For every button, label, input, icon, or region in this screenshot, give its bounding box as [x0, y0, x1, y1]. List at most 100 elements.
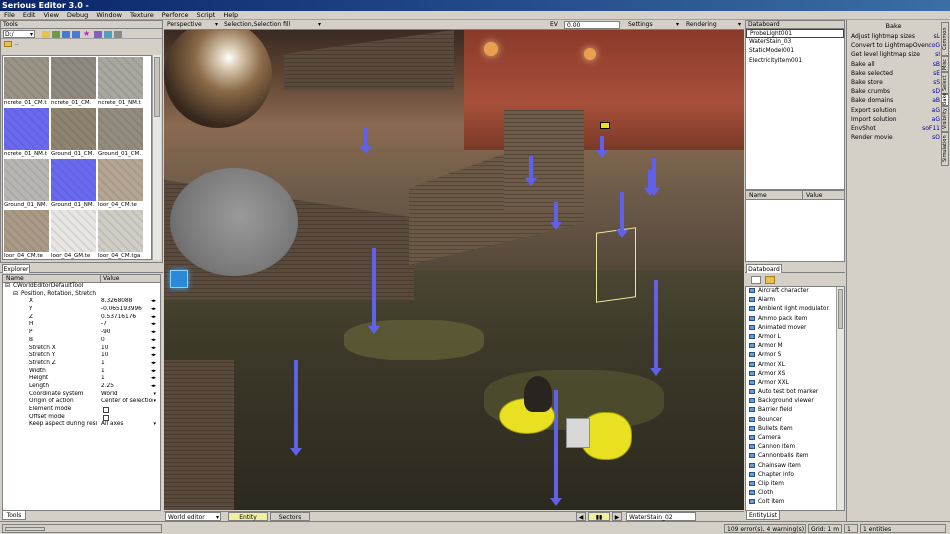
property-value[interactable]: 1 [101, 375, 153, 383]
chevron-down-icon[interactable]: ▾ [153, 398, 156, 406]
direction-arrow[interactable] [290, 360, 302, 456]
side-tab-simulation[interactable]: Simulation [941, 132, 949, 166]
entity-item[interactable]: WaterStain_03 [746, 38, 844, 47]
probe-cube[interactable] [170, 270, 188, 288]
folder-up-icon[interactable] [41, 30, 51, 38]
texture-thumbnail[interactable]: Ground_01_CM. [98, 108, 143, 160]
texture-thumbnail[interactable]: ncrete_01_NM.t [98, 57, 143, 109]
entity-item[interactable]: ElectricityItem001 [746, 57, 844, 66]
grid-size[interactable]: Grid: 1 m [808, 524, 842, 533]
bake-command[interactable]: Bake all sB [851, 60, 940, 69]
side-tab-common[interactable]: Common [941, 22, 949, 56]
property-row[interactable]: Stretch Z 1 ◂▸ [3, 360, 160, 368]
bake-command[interactable]: EnvShot soF11 [851, 124, 940, 133]
entity-class-item[interactable]: Auto test bot marker [746, 388, 844, 397]
property-value[interactable]: 10 [101, 345, 153, 353]
bake-command[interactable]: Import solution aG [851, 115, 940, 124]
tree-root[interactable]: ⊟ CWorldEditorDefaultTool [3, 283, 160, 291]
texture-thumbnail[interactable]: loor_04_CM.te [98, 159, 143, 211]
texture-thumbnail[interactable]: ncrete_01_NM.t [4, 108, 49, 160]
entity-class-item[interactable]: Ambient light modulator [746, 305, 844, 314]
tab-entitylist[interactable]: EntityList [746, 511, 780, 520]
property-row[interactable]: Origin of action Center of selection ▾ [3, 398, 160, 406]
selection-box[interactable] [596, 227, 636, 303]
direction-arrow[interactable] [616, 192, 628, 238]
property-value[interactable]: 10 [101, 352, 153, 360]
selected-entity-name[interactable]: WaterStain_02 [626, 512, 696, 521]
side-tab-misc[interactable]: Misc [941, 56, 949, 72]
chevron-down-icon[interactable]: ▾ [153, 421, 156, 429]
side-tab-visibility[interactable]: Visibility [941, 106, 949, 132]
menu-item-view[interactable]: View [39, 11, 62, 20]
property-row[interactable]: Z 0.53716176 ◂▸ [3, 314, 160, 322]
property-value[interactable]: Center of selection [101, 398, 153, 406]
bake-command[interactable]: Bake crumbs sD [851, 87, 940, 96]
mode-select[interactable]: World editor ▾ [165, 512, 221, 521]
dark-object[interactable] [524, 376, 552, 412]
texture-thumbnail[interactable]: loor_04_GM.te [51, 210, 96, 259]
tab-tools[interactable]: Tools [2, 511, 26, 520]
error-count[interactable]: 109 error(s), 4 warning(s) [724, 524, 806, 533]
entity-item[interactable]: ProbeLight001 [746, 29, 844, 39]
entity-class-item[interactable]: Camera [746, 434, 844, 443]
property-row[interactable]: Keep aspect during resize All axes ▾ [3, 421, 160, 429]
texture-thumbnail[interactable]: Ground_01_NM. [4, 159, 49, 211]
bake-command[interactable]: Adjust lightmap sizes sL [851, 32, 940, 41]
spin-arrows-icon[interactable]: ◂▸ [151, 337, 156, 345]
property-value[interactable]: World [101, 391, 153, 399]
menu-item-help[interactable]: Help [219, 11, 242, 20]
entity-class-item[interactable]: Colt item [746, 498, 844, 507]
entity-class-item[interactable]: Aircraft character [746, 287, 844, 296]
bake-command[interactable]: Bake domains aB [851, 96, 940, 105]
spin-arrows-icon[interactable]: ◂▸ [151, 368, 156, 376]
property-row[interactable]: Stretch Y 10 ◂▸ [3, 352, 160, 360]
property-row[interactable]: B 0 ◂▸ [3, 337, 160, 345]
checkbox[interactable] [103, 407, 109, 413]
property-row[interactable]: P -90 ◂▸ [3, 329, 160, 337]
texture-thumbnail[interactable]: Ground_01_CM. [51, 108, 96, 160]
property-value[interactable]: 0 [101, 337, 153, 345]
menu-item-edit[interactable]: Edit [19, 11, 40, 20]
property-row[interactable]: Offset mode [3, 414, 160, 422]
thumbnails-scrollbar[interactable] [152, 55, 161, 260]
spin-arrows-icon[interactable]: ◂▸ [151, 314, 156, 322]
star-icon[interactable]: ★ [83, 29, 90, 38]
ev-input[interactable]: 0.00 [564, 21, 620, 29]
entity-class-item[interactable]: Armor XL [746, 361, 844, 370]
direction-arrow[interactable] [550, 390, 562, 506]
property-value[interactable]: 8.3268088 [101, 298, 153, 306]
entity-class-item[interactable]: Alarm [746, 296, 844, 305]
entity-class-item[interactable]: Animated mover [746, 324, 844, 333]
tree-group[interactable]: ⊟ Position, Rotation, Stretch [3, 291, 160, 299]
property-value[interactable]: -7 [101, 321, 153, 329]
property-value[interactable]: 1 [101, 360, 153, 368]
entity-class-item[interactable]: Armor L [746, 333, 844, 342]
property-value[interactable]: 0.53716176 [101, 314, 153, 322]
property-value[interactable]: -0.065193996 [101, 306, 153, 314]
entity-class-item[interactable]: Armor XS [746, 370, 844, 379]
entity-class-item[interactable]: Cannonballs item [746, 452, 844, 461]
direction-arrow[interactable] [648, 158, 660, 196]
filter-icon[interactable] [93, 30, 103, 38]
property-row[interactable]: Element mode [3, 406, 160, 414]
direction-arrow[interactable] [525, 156, 537, 186]
entity-class-item[interactable]: Armor M [746, 342, 844, 351]
bake-command[interactable]: Get level lightmap size sI [851, 50, 940, 59]
entity-class-item[interactable]: Chapter info [746, 471, 844, 480]
view-icon[interactable] [103, 30, 113, 38]
scroll-thumb[interactable] [154, 57, 160, 117]
spin-arrows-icon[interactable]: ◂▸ [151, 383, 156, 391]
spin-arrows-icon[interactable]: ◂▸ [151, 306, 156, 314]
bake-command[interactable]: Convert to LightmapOven coG [851, 41, 940, 50]
bake-command[interactable]: Render movie sO [851, 133, 940, 142]
side-tab-select[interactable]: Select [941, 72, 949, 94]
property-value[interactable]: 2.25 [101, 383, 153, 391]
texture-thumbnail[interactable]: ncrete_01_CM.t [4, 57, 49, 109]
entity-class-item[interactable]: Armor S [746, 351, 844, 360]
menu-item-file[interactable]: File [0, 11, 19, 20]
direction-arrow[interactable] [550, 202, 562, 230]
pause-icon[interactable]: ▮▮ [588, 512, 610, 521]
property-value[interactable]: 1 [101, 368, 153, 376]
entity-class-item[interactable]: Cannon item [746, 443, 844, 452]
menu-item-window[interactable]: Window [92, 11, 126, 20]
